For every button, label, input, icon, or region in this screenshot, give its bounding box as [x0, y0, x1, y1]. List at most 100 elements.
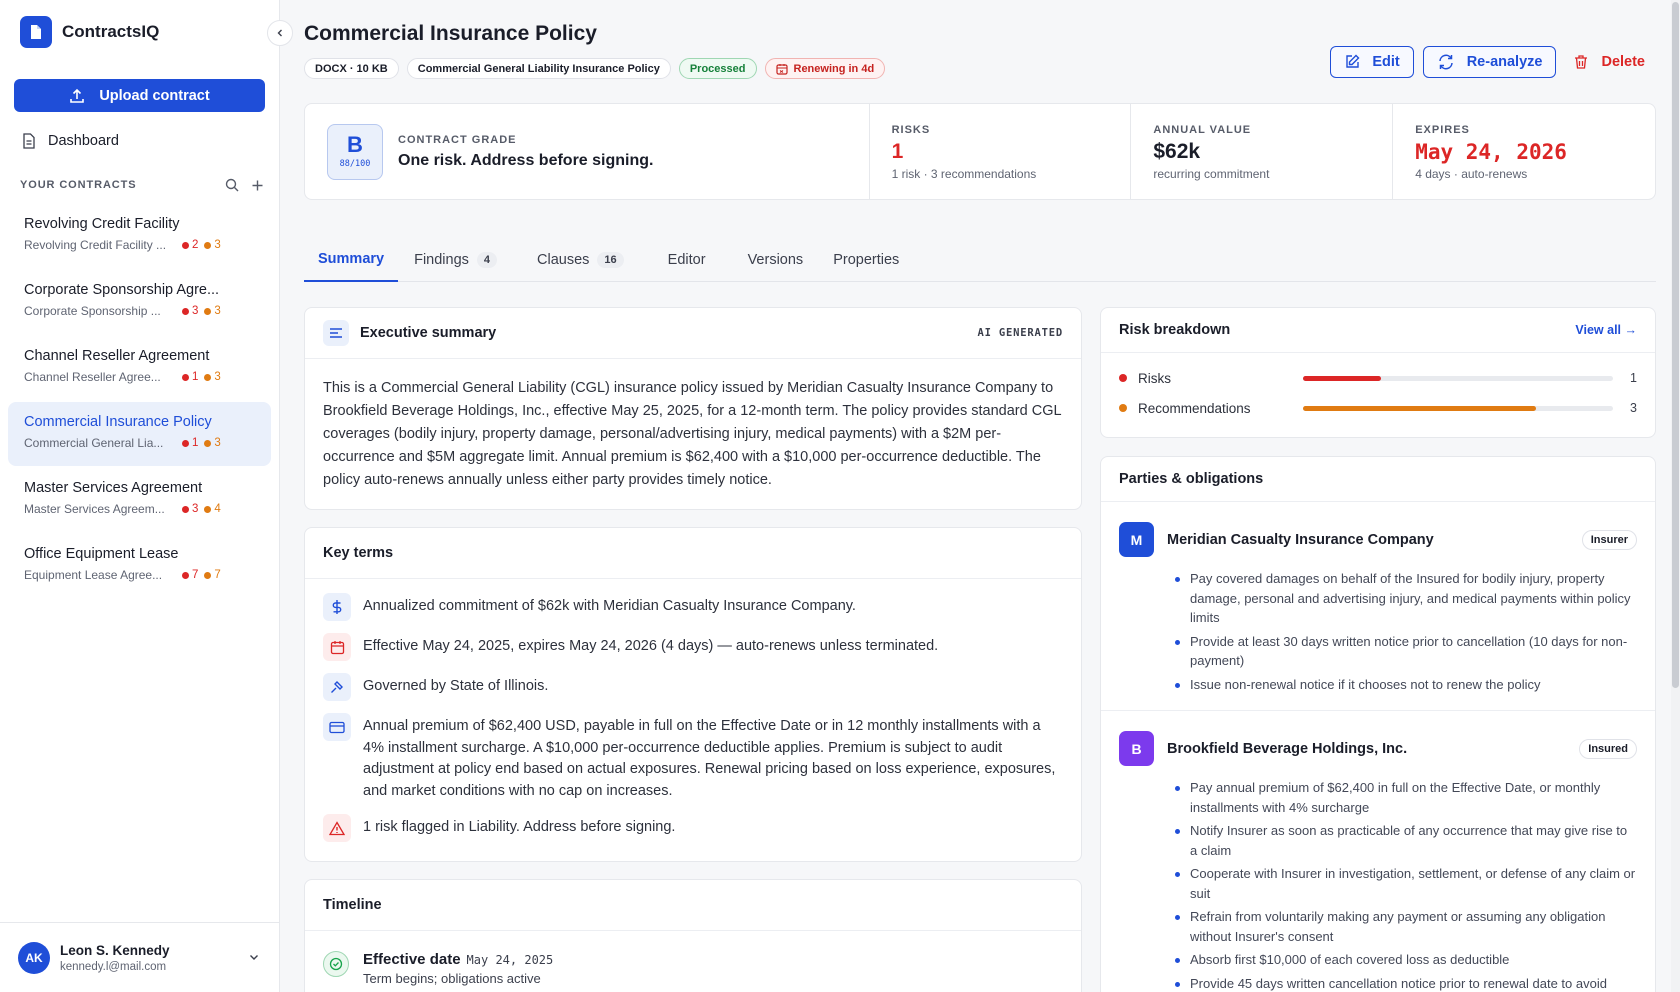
collapse-sidebar-button[interactable]: [267, 20, 293, 46]
risk-dot: [182, 307, 189, 315]
user-email: kennedy.l@mail.com: [60, 960, 167, 973]
contract-subtitle: Channel Reseller Agree...: [24, 370, 161, 384]
obligation-item: Issue non-renewal notice if it chooses n…: [1173, 675, 1637, 695]
contract-list-item[interactable]: Office Equipment Lease Equipment Lease A…: [8, 534, 271, 598]
brand[interactable]: ContractsIQ: [20, 16, 159, 48]
recommendation-count: 3: [214, 437, 221, 449]
upload-label: Upload contract: [99, 87, 210, 104]
key-term-text: Annual premium of $62,400 USD, payable i…: [363, 718, 1056, 799]
key-term-item: Annual premium of $62,400 USD, payable i…: [323, 713, 1063, 802]
header-actions: Edit Re-analyze Delete: [1330, 46, 1653, 78]
upload-icon: [70, 88, 85, 103]
risks-stat: RISKS 1 1 risk · 3 recommendations: [870, 104, 1132, 199]
annual-value: $62k: [1153, 140, 1201, 163]
edit-icon: [1346, 54, 1360, 68]
obligation-item: Pay annual premium of $62,400 in full on…: [1173, 778, 1637, 817]
page-scrollbar[interactable]: [1671, 0, 1680, 992]
contract-title: Master Services Agreement: [24, 480, 203, 496]
risk-breakdown-row: Risks 1: [1101, 363, 1655, 393]
delete-label: Delete: [1601, 54, 1645, 70]
recommendation-dot: [204, 505, 212, 513]
ai-generated-tag: AI GENERATED: [977, 327, 1063, 339]
document-icon: [23, 133, 35, 149]
search-icon[interactable]: [225, 178, 239, 192]
edit-button[interactable]: Edit: [1330, 46, 1414, 78]
expires-label: EXPIRES: [1415, 124, 1470, 136]
contract-subtitle: Revolving Credit Facility ...: [24, 238, 167, 252]
scrollbar-thumb[interactable]: [1672, 2, 1679, 688]
tab-findings[interactable]: Findings 4: [400, 238, 511, 282]
warning-icon: [323, 814, 351, 842]
contract-title: Channel Reseller Agreement: [24, 348, 210, 364]
sidebar-item-dashboard[interactable]: Dashboard: [22, 133, 119, 149]
contract-title: Office Equipment Lease: [24, 546, 179, 562]
tab-label: Versions: [747, 252, 804, 268]
chevron-down-icon[interactable]: [248, 951, 260, 963]
contract-list-item[interactable]: Revolving Credit Facility Revolving Cred…: [8, 204, 271, 268]
party-role-badge: Insured: [1579, 738, 1637, 759]
risk-count: 1: [192, 437, 199, 449]
key-terms-card: Key terms Annualized commitment of $62k …: [304, 527, 1082, 862]
text-lines-icon: [323, 320, 349, 346]
gavel-icon: [323, 673, 351, 701]
user-menu[interactable]: AK Leon S. Kennedy kennedy.l@mail.com: [0, 922, 280, 992]
contract-list-item[interactable]: Corporate Sponsorship Agre... Corporate …: [8, 270, 271, 334]
party-name: Meridian Casualty Insurance Company: [1167, 531, 1434, 548]
timeline-card: Timeline Effective date May 24, 2025 Term…: [304, 879, 1082, 992]
key-term-text: Governed by State of Illinois.: [363, 678, 549, 694]
party-name: Brookfield Beverage Holdings, Inc.: [1167, 740, 1408, 757]
tab-label: Properties: [833, 252, 900, 268]
party-avatar: M: [1119, 522, 1154, 557]
executive-summary-title: Executive summary: [360, 325, 497, 341]
edit-label: Edit: [1372, 54, 1400, 70]
risk-count: 3: [192, 305, 199, 317]
risk-breakdown-label: Risks: [1138, 370, 1171, 386]
key-term-item: 1 risk flagged in Liability. Address bef…: [323, 814, 1063, 842]
renewal-text: Renewing in 4d: [793, 62, 875, 75]
recommendation-dot: [204, 307, 212, 315]
reanalyze-button[interactable]: Re-analyze: [1422, 46, 1557, 78]
contract-list-item-active[interactable]: Commercial Insurance Policy Commercial G…: [8, 402, 271, 466]
key-term-text: Effective May 24, 2025, expires May 24, …: [363, 638, 939, 654]
file-info-chip: DOCX · 10 KB: [304, 58, 399, 79]
tab-summary[interactable]: Summary: [304, 238, 399, 282]
dollar-icon: [323, 593, 351, 621]
delete-button[interactable]: Delete: [1565, 46, 1653, 78]
dashboard-label: Dashboard: [48, 133, 119, 149]
main-content: Commercial Insurance Policy DOCX · 10 KB…: [281, 0, 1671, 992]
party-avatar: B: [1119, 731, 1154, 766]
key-term-item: Annualized commitment of $62k with Merid…: [323, 593, 1063, 621]
tab-clauses[interactable]: Clauses 16: [523, 238, 638, 282]
tab-properties[interactable]: Properties: [819, 238, 913, 282]
calendar-icon: [775, 63, 788, 75]
tab-label: Editor: [667, 252, 706, 268]
tab-versions[interactable]: Versions: [734, 238, 818, 282]
grade-badge: B 88/100: [327, 123, 383, 180]
refresh-icon: [1438, 54, 1453, 70]
risk-dot: [1119, 374, 1127, 382]
renewal-badge: Renewing in 4d: [764, 58, 886, 79]
plus-icon[interactable]: [251, 179, 264, 192]
tab-count-badge: 16: [597, 252, 624, 268]
recommendation-dot: [204, 241, 212, 249]
expires-sub: 4 days · auto-renews: [1415, 167, 1528, 181]
contract-subtitle: Commercial General Lia...: [24, 436, 164, 450]
contract-title: Corporate Sponsorship Agre...: [24, 282, 220, 298]
obligation-item: Provide at least 30 days written notice …: [1173, 632, 1637, 671]
tab-editor[interactable]: Editor: [654, 238, 720, 282]
upload-contract-button[interactable]: Upload contract: [14, 79, 265, 112]
document-type-chip: Commercial General Liability Insurance P…: [406, 58, 671, 79]
risk-dot: [182, 373, 189, 381]
contract-list-item[interactable]: Master Services Agreement Master Service…: [8, 468, 271, 532]
contract-list-item[interactable]: Channel Reseller Agreement Channel Resel…: [8, 336, 271, 400]
recommendation-dot: [204, 373, 212, 381]
obligation-item: Provide 45 days written cancellation not…: [1173, 974, 1637, 992]
contracts-header: YOUR CONTRACTS: [20, 178, 264, 192]
obligation-item: Absorb first $10,000 of each covered los…: [1173, 950, 1637, 970]
risks-label: RISKS: [891, 124, 931, 136]
risk-count: 3: [192, 503, 199, 515]
view-all-link[interactable]: View all →: [1575, 323, 1637, 337]
recommendation-count: 7: [214, 569, 221, 581]
key-term-item: Governed by State of Illinois.: [323, 673, 1063, 701]
risk-dot: [182, 571, 189, 579]
